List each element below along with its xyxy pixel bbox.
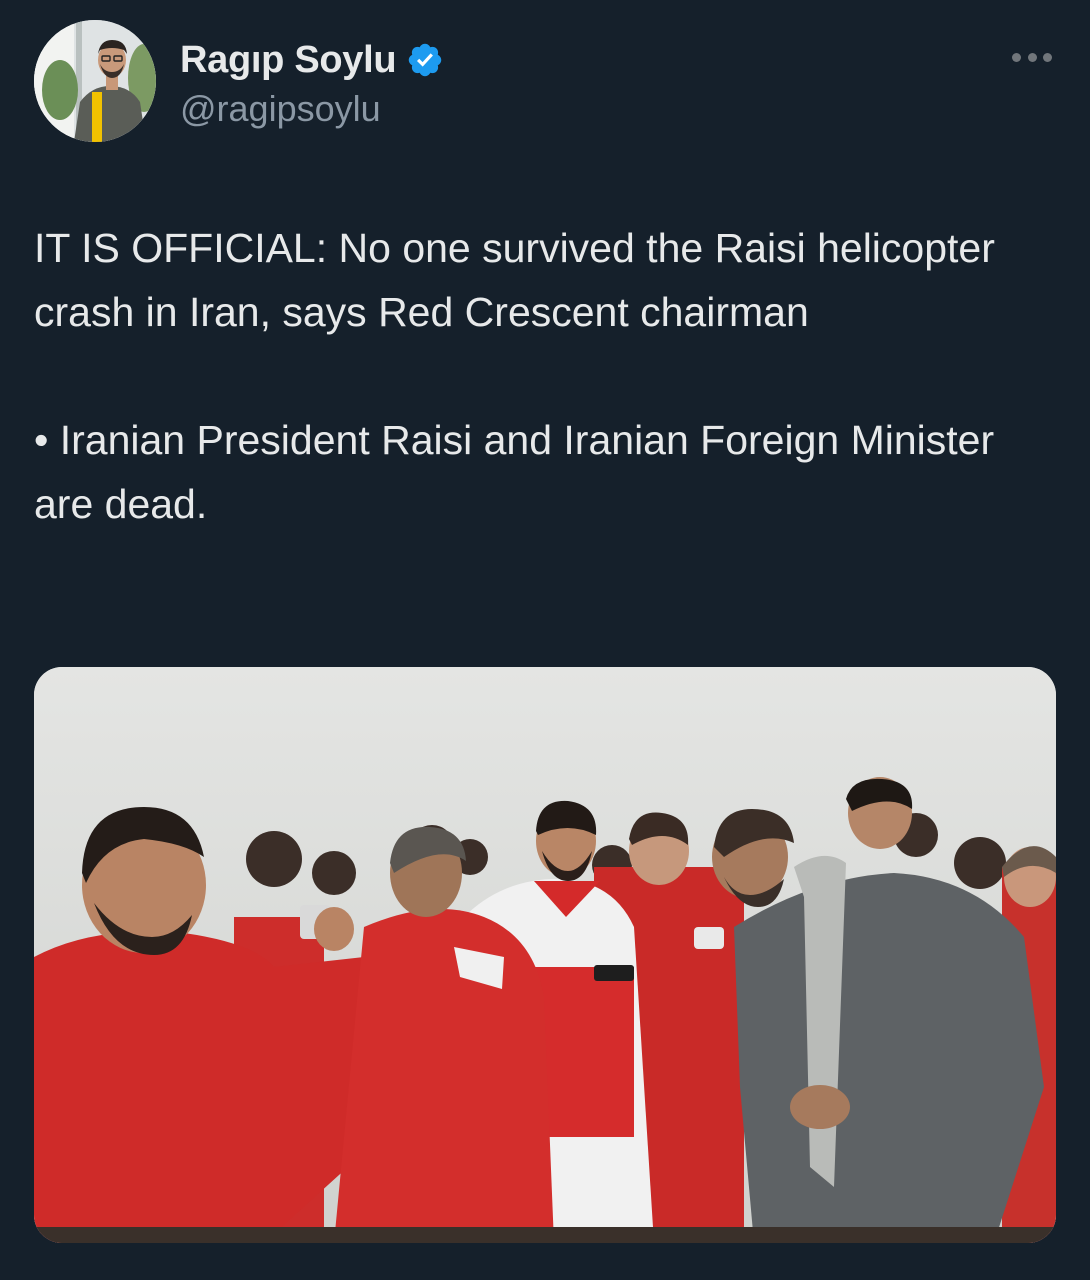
tweet-text: IT IS OFFICIAL: No one survived the Rais…: [34, 216, 1044, 536]
more-dot: [1012, 52, 1021, 62]
more-options-icon[interactable]: [1012, 48, 1052, 66]
more-dot: [1027, 52, 1037, 62]
tweet-photo[interactable]: [34, 667, 1056, 1243]
tweet-paragraph: • Iranian President Raisi and Iranian Fo…: [34, 417, 995, 527]
author-display-name[interactable]: Ragıp Soylu: [180, 39, 397, 82]
tweet-paragraph: IT IS OFFICIAL: No one survived the Rais…: [34, 225, 995, 335]
author-avatar[interactable]: [34, 20, 156, 142]
author-name-row: Ragıp Soylu: [180, 38, 444, 82]
verified-badge-icon[interactable]: [406, 41, 444, 79]
more-dot: [1043, 52, 1052, 62]
author-handle[interactable]: @ragipsoylu: [180, 88, 381, 130]
tweet-card: Ragıp Soylu @ragipsoylu IT IS OFFICIAL: …: [0, 0, 1090, 1280]
